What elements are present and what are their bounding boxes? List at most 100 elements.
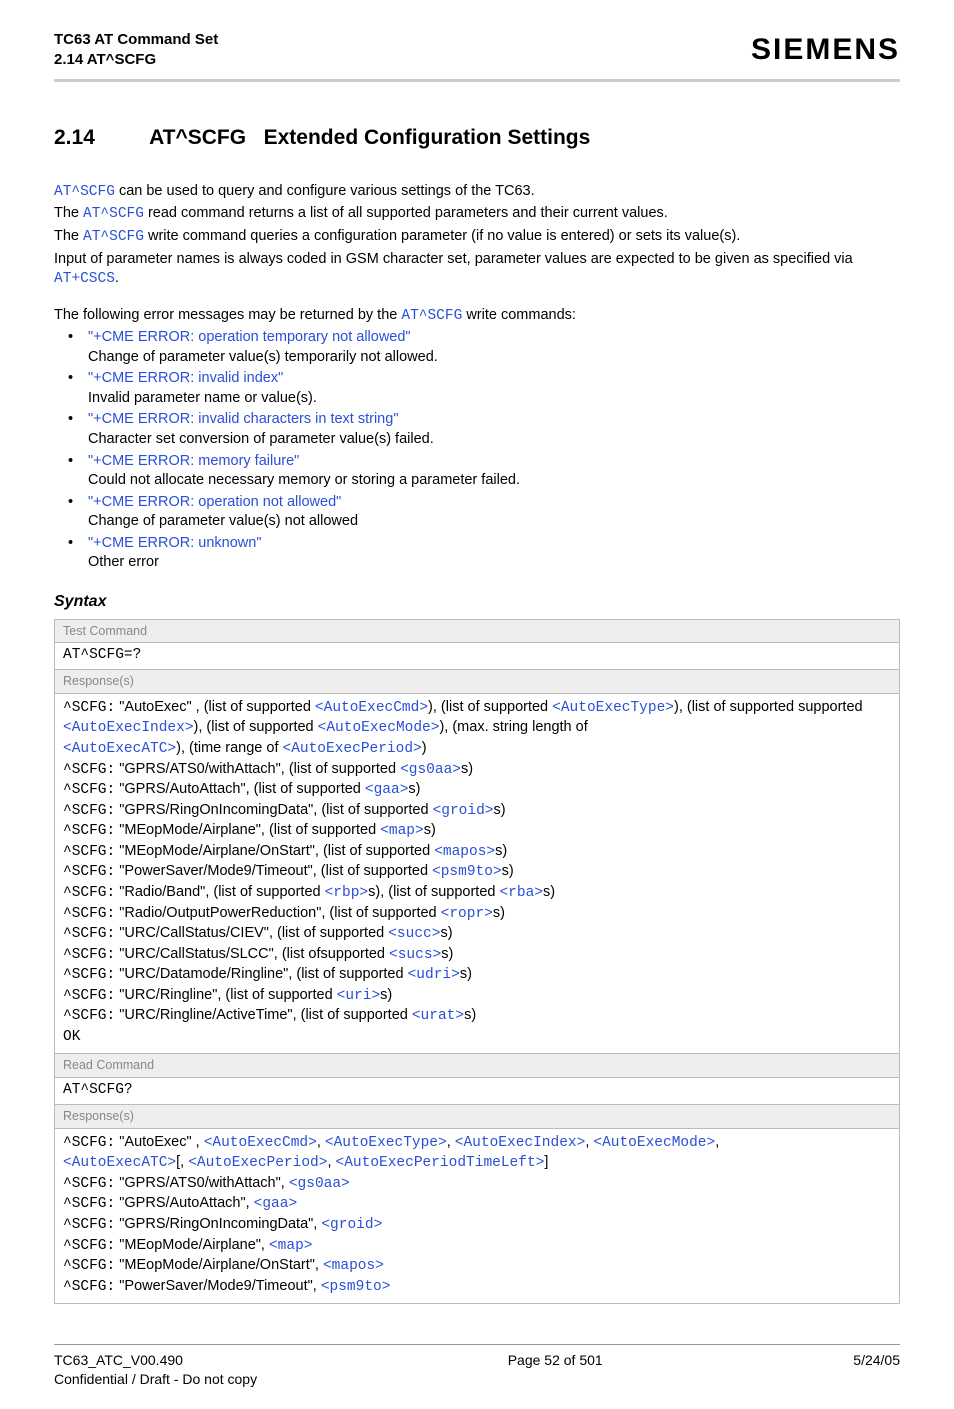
param-link[interactable]: <AutoExecType>	[552, 700, 674, 716]
param-link[interactable]: <gaa>	[365, 782, 409, 798]
response-label: Response(s)	[55, 670, 899, 694]
param-link[interactable]: <psm9to>	[321, 1279, 391, 1295]
param-link[interactable]: <map>	[380, 823, 424, 839]
param-link[interactable]: <gaa>	[254, 1196, 298, 1212]
text: The following error messages may be retu…	[54, 307, 401, 323]
param-link[interactable]: <AutoExecMode>	[318, 720, 440, 736]
mono-text: ^SCFG:	[63, 823, 115, 839]
mono-text: ^SCFG:	[63, 1176, 115, 1192]
error-link[interactable]: "+CME ERROR: unknown"	[88, 535, 261, 551]
mono-text: ^SCFG:	[63, 947, 115, 963]
text: s)	[464, 1007, 476, 1023]
error-item: "+CME ERROR: invalid index" Invalid param…	[68, 369, 900, 408]
param-link[interactable]: <AutoExecPeriod>	[283, 741, 422, 757]
param-link[interactable]: <rbp>	[325, 885, 369, 901]
param-link[interactable]: <ropr>	[441, 906, 493, 922]
page-header: TC63 AT Command Set 2.14 AT^SCFG SIEMENS	[54, 30, 900, 82]
param-link[interactable]: <gs0aa>	[289, 1176, 350, 1192]
cmd-link[interactable]: AT^SCFG	[54, 184, 115, 200]
text: s)	[461, 761, 473, 777]
param-link[interactable]: <sucs>	[389, 947, 441, 963]
param-link[interactable]: <AutoExecIndex>	[63, 720, 194, 736]
param-link[interactable]: <AutoExecATC>	[63, 1155, 176, 1171]
mono-text: ^SCFG:	[63, 1258, 115, 1274]
text: ), (list of supported	[428, 699, 552, 715]
footer-date: 5/24/05	[853, 1351, 900, 1389]
footer-page: Page 52 of 501	[508, 1351, 603, 1389]
text: )	[422, 740, 427, 756]
read-command: AT^SCFG?	[55, 1078, 899, 1105]
syntax-heading: Syntax	[54, 591, 900, 613]
text: can be used to query and configure vario…	[115, 183, 535, 199]
cmd-link[interactable]: AT^SCFG	[83, 206, 144, 222]
error-link[interactable]: "+CME ERROR: operation not allowed"	[88, 494, 341, 510]
cmd-link[interactable]: AT^SCFG	[401, 308, 462, 324]
param-link[interactable]: <gs0aa>	[400, 762, 461, 778]
footer-docid: TC63_ATC_V00.490	[54, 1351, 257, 1370]
param-link[interactable]: <map>	[269, 1238, 313, 1254]
error-desc: Change of parameter value(s) not allowed	[88, 512, 900, 532]
param-link[interactable]: <groid>	[433, 803, 494, 819]
text: "URC/Ringline", (list of supported	[115, 987, 336, 1003]
text: ,	[317, 1134, 325, 1150]
param-link[interactable]: <urat>	[412, 1008, 464, 1024]
intro-line2: The AT^SCFG read command returns a list …	[54, 204, 900, 225]
param-link[interactable]: <groid>	[321, 1217, 382, 1233]
text: ), (list of supported	[194, 719, 318, 735]
error-desc: Invalid parameter name or value(s).	[88, 389, 900, 409]
error-list: "+CME ERROR: operation temporary not all…	[54, 328, 900, 573]
cmd-link[interactable]: AT+CSCS	[54, 271, 115, 287]
text: s)	[495, 843, 507, 859]
text: s)	[424, 822, 436, 838]
param-link[interactable]: <AutoExecPeriod>	[188, 1155, 327, 1171]
text: ), (list of supported	[674, 699, 798, 715]
error-item: "+CME ERROR: operation temporary not all…	[68, 328, 900, 367]
text: "GPRS/ATS0/withAttach", (list of support…	[115, 761, 400, 777]
cmd-link[interactable]: AT^SCFG	[83, 229, 144, 245]
error-link[interactable]: "+CME ERROR: operation temporary not all…	[88, 329, 411, 345]
error-item: "+CME ERROR: memory failure"Could not al…	[68, 452, 900, 491]
error-desc: Change of parameter value(s) temporarily…	[88, 348, 900, 368]
mono-text: ^SCFG:	[63, 926, 115, 942]
error-intro: The following error messages may be retu…	[54, 306, 900, 327]
intro-line3: The AT^SCFG write command queries a conf…	[54, 227, 900, 248]
section-number: 2.14	[54, 124, 144, 152]
param-link[interactable]: <mapos>	[434, 844, 495, 860]
param-link[interactable]: <mapos>	[323, 1258, 384, 1274]
mono-text: ^SCFG:	[63, 782, 115, 798]
mono-text: ^SCFG:	[63, 1196, 115, 1212]
mono-text: ^SCFG:	[63, 988, 115, 1004]
param-link[interactable]: <AutoExecType>	[325, 1135, 447, 1151]
mono-text: ^SCFG:	[63, 967, 115, 983]
param-link[interactable]: <rba>	[499, 885, 543, 901]
param-link[interactable]: <AutoExecMode>	[593, 1135, 715, 1151]
param-link[interactable]: <AutoExecATC>	[63, 741, 176, 757]
text: "GPRS/RingOnIncomingData", (list of supp…	[115, 802, 432, 818]
mono-text: ^SCFG:	[63, 700, 115, 716]
param-link[interactable]: <AutoExecIndex>	[455, 1135, 586, 1151]
test-command-label: Test Command	[55, 620, 899, 644]
param-link[interactable]: <AutoExecCmd>	[315, 700, 428, 716]
error-link[interactable]: "+CME ERROR: memory failure"	[88, 453, 299, 469]
param-link[interactable]: <udri>	[408, 967, 460, 983]
text: "MEopMode/Airplane/OnStart",	[115, 1257, 323, 1273]
mono-text: ^SCFG:	[63, 1135, 115, 1151]
param-link[interactable]: <AutoExecCmd>	[204, 1135, 317, 1151]
error-desc: Character set conversion of parameter va…	[88, 430, 900, 450]
error-link[interactable]: "+CME ERROR: invalid index"	[88, 370, 283, 386]
param-link[interactable]: <uri>	[337, 988, 381, 1004]
error-item: "+CME ERROR: unknown"Other error	[68, 534, 900, 573]
text: write commands:	[462, 307, 576, 323]
syntax-table: Test Command AT^SCFG=? Response(s) ^SCFG…	[54, 619, 900, 1305]
error-link[interactable]: "+CME ERROR: invalid characters in text …	[88, 411, 398, 427]
error-item: "+CME ERROR: operation not allowed" Chang…	[68, 493, 900, 532]
param-link[interactable]: <succ>	[388, 926, 440, 942]
param-link[interactable]: <AutoExecPeriodTimeLeft>	[336, 1155, 545, 1171]
text: "URC/CallStatus/SLCC", (list ofsupported	[115, 946, 389, 962]
text: "URC/Datamode/Ringline", (list of suppor…	[115, 966, 407, 982]
section-title-text: Extended Configuration Settings	[264, 126, 591, 149]
text: "URC/Ringline/ActiveTime", (list of supp…	[115, 1007, 412, 1023]
param-link[interactable]: <psm9to>	[432, 864, 502, 880]
text: "GPRS/AutoAttach", (list of supported	[115, 781, 365, 797]
text: "MEopMode/Airplane/OnStart", (list of su…	[115, 843, 434, 859]
